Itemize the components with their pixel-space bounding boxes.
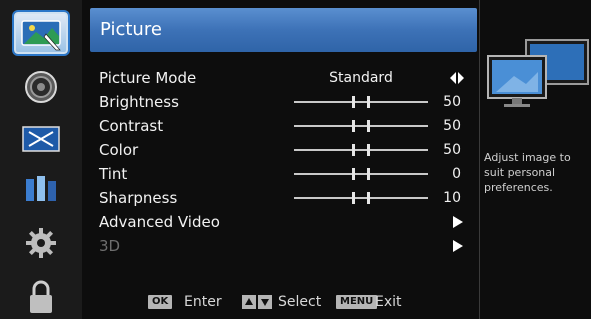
- enter-hint: Enter: [184, 294, 222, 310]
- tv-illustration-icon: [487, 39, 589, 107]
- sidebar-item-setup[interactable]: [0, 218, 82, 268]
- help-panel: Adjust image to suit personal preference…: [479, 0, 591, 319]
- sidebar-item-channel[interactable]: [0, 164, 82, 214]
- menu-header: Picture: [90, 8, 477, 52]
- chevron-right-icon: [453, 216, 463, 228]
- category-sidebar: [0, 0, 82, 319]
- contrast-slider[interactable]: [294, 120, 428, 132]
- left-right-arrow-icon[interactable]: [450, 72, 464, 84]
- slider-tick: [352, 192, 355, 204]
- sidebar-item-screen[interactable]: [0, 114, 82, 164]
- brightness-value: 50: [443, 94, 461, 110]
- slider-knob[interactable]: [367, 168, 370, 180]
- picture-mode-value: Standard: [329, 70, 393, 86]
- ok-key-badge: OK: [148, 295, 173, 309]
- sharpness-value: 10: [443, 190, 461, 206]
- slider-tick: [352, 144, 355, 156]
- menu-item-label: Advanced Video: [99, 213, 220, 231]
- slider-knob[interactable]: [367, 144, 370, 156]
- slider-tick: [352, 168, 355, 180]
- select-hint: Select: [278, 294, 322, 310]
- screen-icon: [22, 126, 60, 152]
- menu-item-sharpness[interactable]: Sharpness 10: [82, 186, 479, 210]
- menu-item-advanced-video[interactable]: Advanced Video: [82, 210, 479, 234]
- gear-icon: [26, 228, 56, 258]
- menu-item-picture-mode[interactable]: Picture Mode Standard: [82, 66, 479, 90]
- slider-knob[interactable]: [367, 96, 370, 108]
- sidebar-item-audio[interactable]: [0, 62, 82, 112]
- brightness-slider[interactable]: [294, 96, 428, 108]
- page-title: Picture: [100, 19, 162, 40]
- slider-tick: [352, 120, 355, 132]
- tint-value: 0: [452, 166, 461, 182]
- sidebar-item-lock[interactable]: [0, 272, 82, 322]
- channel-icon: [26, 176, 56, 201]
- picture-tile: [14, 12, 68, 54]
- lock-icon: [30, 280, 52, 313]
- menu-item-contrast[interactable]: Contrast 50: [82, 114, 479, 138]
- sharpness-slider[interactable]: [294, 192, 428, 204]
- button-hint-bar: OK Enter Select MENU Exit: [82, 292, 479, 314]
- menu-item-label: 3D: [99, 237, 121, 255]
- menu-item-label: Tint: [99, 165, 128, 183]
- menu-item-color[interactable]: Color 50: [82, 138, 479, 162]
- help-description: Adjust image to suit personal preference…: [484, 151, 571, 194]
- menu-key-badge: MENU: [336, 295, 378, 309]
- contrast-value: 50: [443, 118, 461, 134]
- menu-item-tint[interactable]: Tint 0: [82, 162, 479, 186]
- menu-item-label: Color: [99, 141, 139, 159]
- up-down-arrows-icon: [242, 295, 272, 309]
- menu-item-brightness[interactable]: Brightness 50: [82, 90, 479, 114]
- menu-item-label: Sharpness: [99, 189, 178, 207]
- menu-item-label: Brightness: [99, 93, 179, 111]
- slider-knob[interactable]: [367, 120, 370, 132]
- slider-tick: [352, 96, 355, 108]
- menu-item-label: Picture Mode: [99, 69, 197, 87]
- menu-item-label: Contrast: [99, 117, 164, 135]
- exit-hint: Exit: [375, 294, 402, 310]
- color-slider[interactable]: [294, 144, 428, 156]
- slider-knob[interactable]: [367, 192, 370, 204]
- color-value: 50: [443, 142, 461, 158]
- menu-item-3d[interactable]: 3D: [82, 234, 479, 258]
- tint-slider[interactable]: [294, 168, 428, 180]
- picture-menu: Picture Picture Mode Standard Brightness…: [82, 0, 479, 319]
- picture-icon: [21, 20, 61, 51]
- speaker-icon: [25, 71, 57, 103]
- sidebar-item-picture[interactable]: [0, 8, 82, 58]
- chevron-right-icon: [453, 240, 463, 252]
